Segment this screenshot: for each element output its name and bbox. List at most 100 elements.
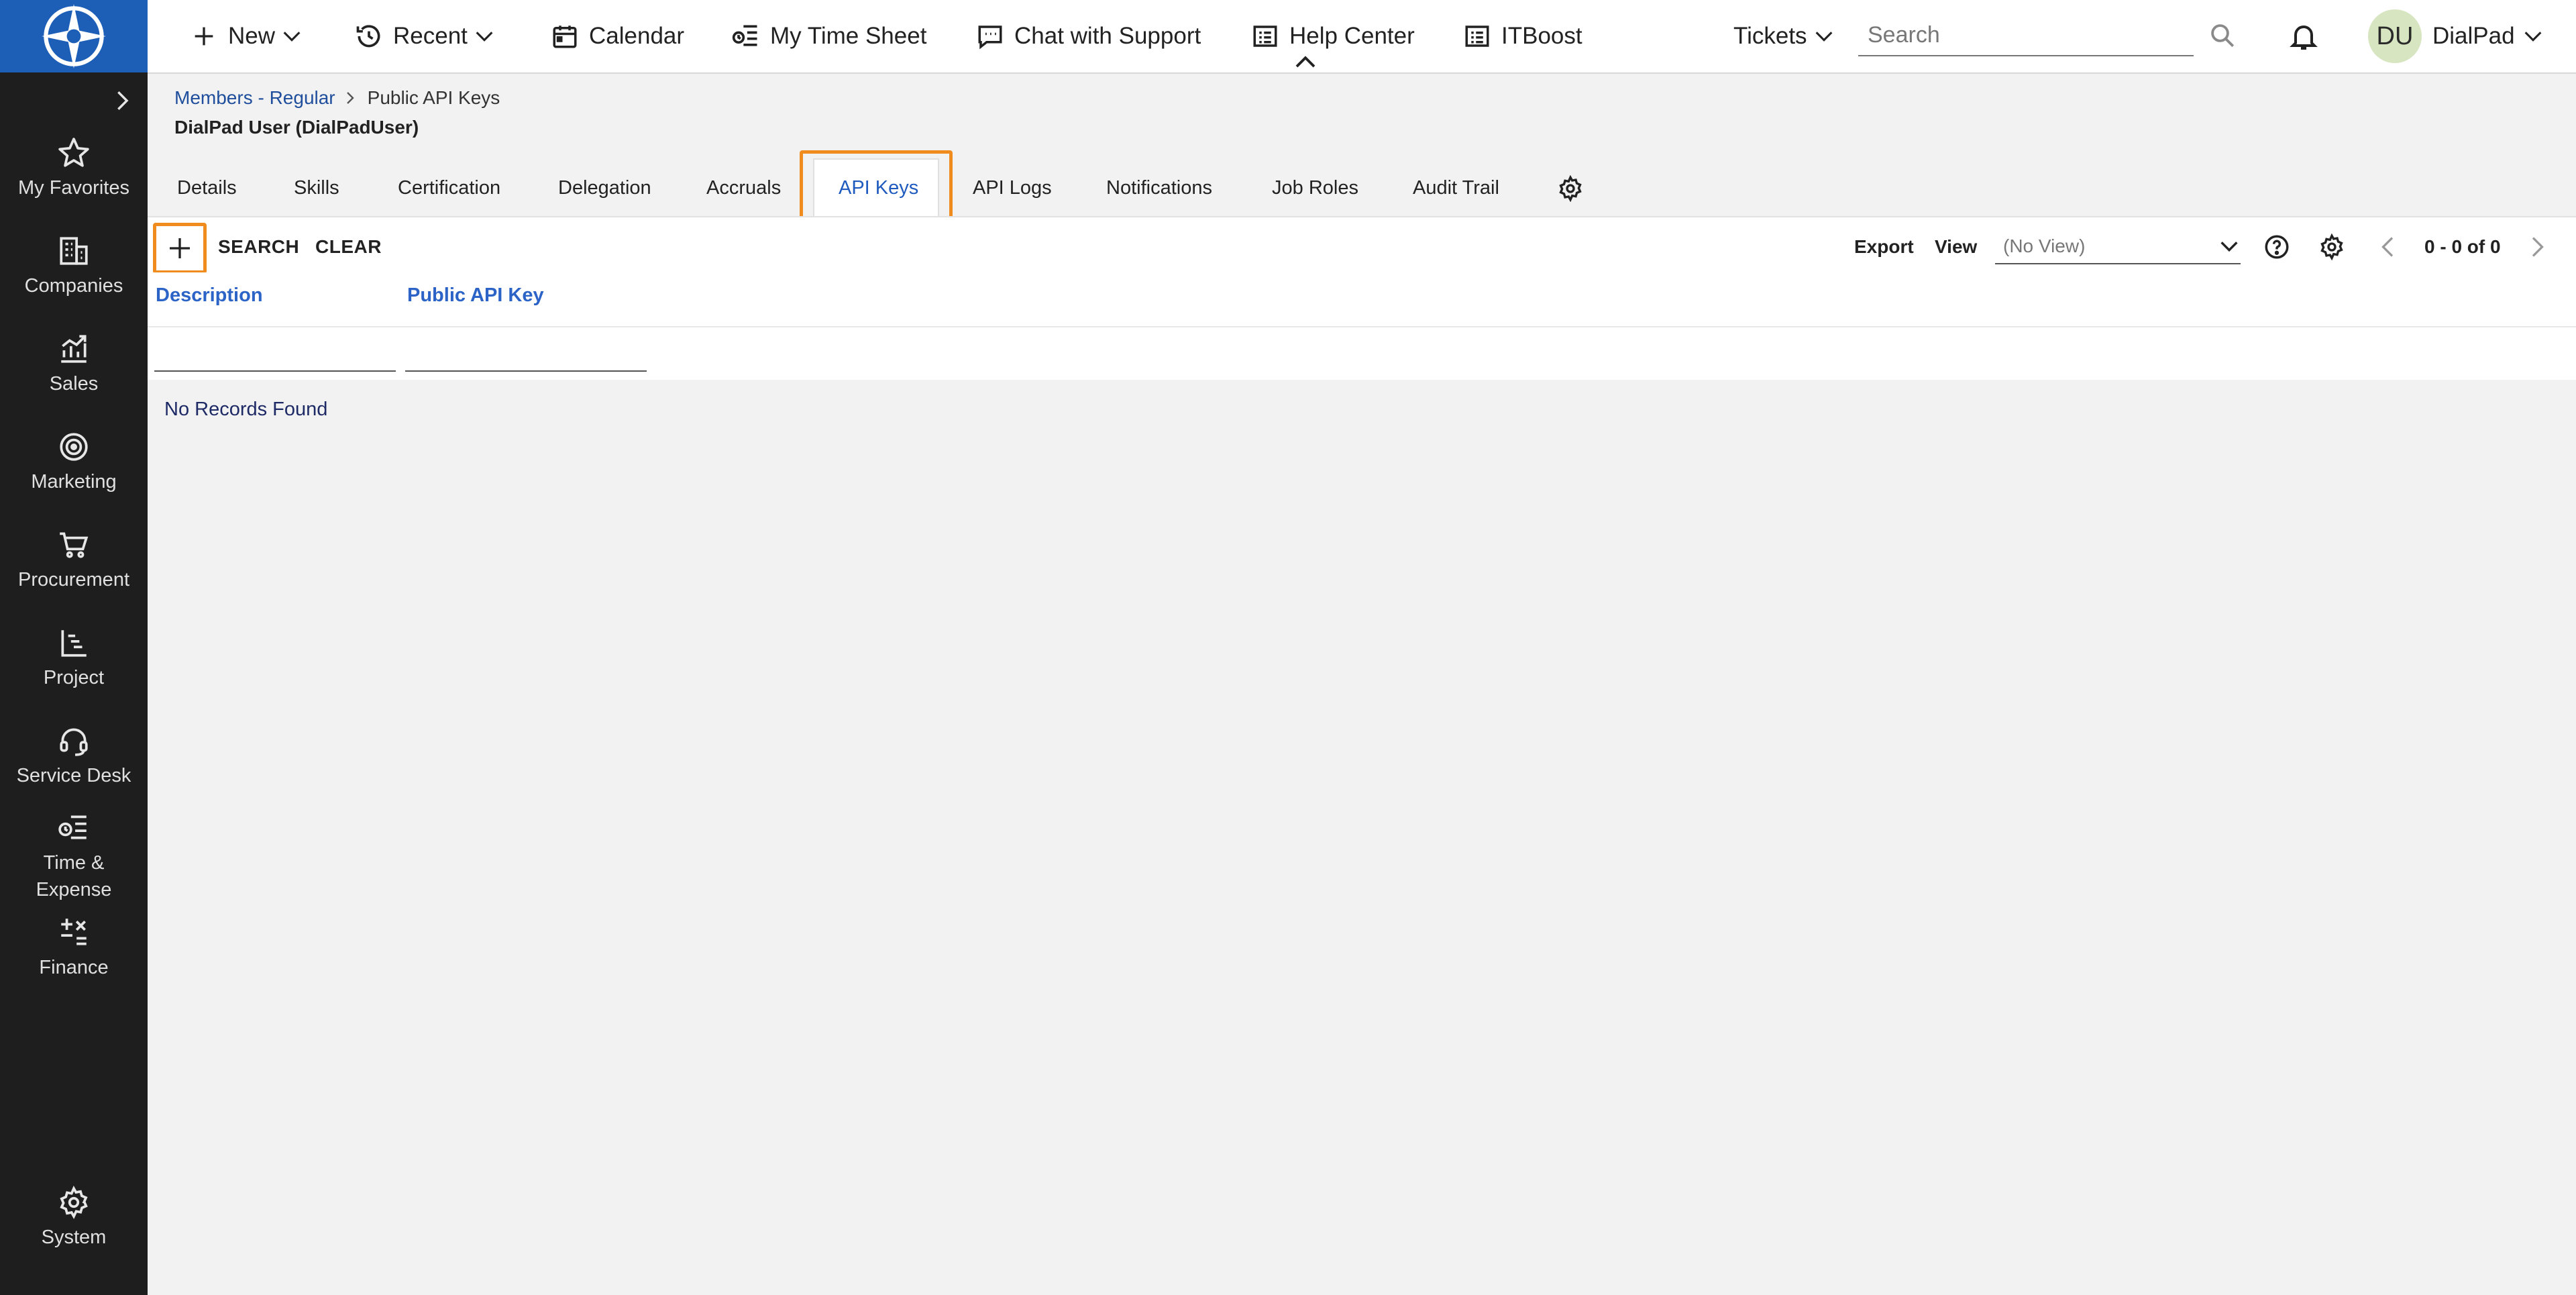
tab-settings-button[interactable] [1554,172,1587,205]
sidebar-item-label: Procurement [17,569,129,590]
tab-skills[interactable]: Skills [294,177,339,199]
tickets-menu-button[interactable]: Tickets [1733,17,1835,55]
itboost-link[interactable]: ITBoost [1461,17,1582,55]
tab-accruals[interactable]: Accruals [706,177,781,199]
previous-page-button[interactable] [2371,229,2406,264]
chevron-down-icon [1813,25,1835,48]
pager-text: 0 - 0 of 0 [2424,236,2501,257]
chevron-down-icon [2220,242,2238,252]
tab-notifications[interactable]: Notifications [1106,177,1212,199]
global-search-field [1858,17,2194,56]
chevron-down-icon [2522,25,2544,48]
gantt-icon [55,624,93,662]
tab-audit-trail[interactable]: Audit Trail [1413,177,1499,199]
chat-with-support-link[interactable]: Chat with Support [974,17,1201,55]
add-api-key-button[interactable] [153,223,207,274]
search-button[interactable]: SEARCH [218,236,299,258]
help-center-link[interactable]: Help Center [1249,17,1415,55]
help-center-label: Help Center [1289,23,1415,49]
calendar-label: Calendar [589,23,685,49]
app-logo[interactable] [0,0,148,72]
tab-bar [148,153,2576,215]
calculator-icon [55,914,93,951]
view-label: View [1935,236,1978,257]
breadcrumb-current: Public API Keys [367,87,500,108]
sidebar-item-label: Project [43,667,105,688]
sidebar-item-finance[interactable]: Finance [0,914,148,981]
sidebar-item-sales[interactable]: Sales [0,330,148,397]
sidebar-item-system[interactable]: System [0,1184,148,1251]
description-filter-input[interactable] [154,338,396,372]
sidebar-item-companies[interactable]: Companies [0,232,148,299]
my-time-sheet-label: My Time Sheet [770,23,927,49]
page-title: DialPad User (DialPadUser) [174,117,419,138]
tab-job-roles[interactable]: Job Roles [1272,177,1358,199]
gear-icon [2320,234,2343,260]
public-api-key-filter-input[interactable] [405,338,647,372]
plus-icon [188,20,220,52]
column-header-description[interactable]: Description [156,284,263,307]
chevron-left-icon [2381,237,2394,257]
left-sidebar: My Favorites Companies Sales Marketing P… [0,0,148,1295]
next-page-button[interactable] [2520,229,2555,264]
list-window-icon [1461,20,1493,52]
calendar-link[interactable]: Calendar [549,17,684,55]
sidebar-item-time-expense[interactable]: Time & Expense [0,809,148,903]
export-button[interactable]: Export [1854,236,1914,258]
sidebar-item-label: Companies [24,275,123,297]
search-input[interactable] [1858,17,2191,52]
recent-menu-label: Recent [393,23,468,49]
tab-details[interactable]: Details [177,177,237,199]
sidebar-item-procurement[interactable]: Procurement [0,526,148,593]
search-icon [2211,24,2235,48]
plus-icon [170,238,190,258]
recent-menu-button[interactable]: Recent [353,17,496,55]
sidebar-item-my-favorites[interactable]: My Favorites [0,134,148,201]
chat-bubble-icon [974,20,1006,52]
tab-api-logs[interactable]: API Logs [973,177,1052,199]
chat-with-support-label: Chat with Support [1014,23,1201,49]
search-button[interactable] [2206,19,2239,52]
question-circle-icon [2265,235,2289,259]
view-select[interactable]: (No View) [1995,229,2241,264]
tab-api-keys[interactable]: API Keys [839,177,918,199]
avatar[interactable]: DU [2368,9,2422,63]
view-select-value: (No View) [2003,236,2086,256]
list-window-icon [1249,20,1281,52]
chevron-right-icon [117,91,129,110]
sidebar-expand-button[interactable] [107,86,137,115]
gear-icon [1559,175,1582,202]
chevron-down-icon [280,25,303,48]
sidebar-item-project[interactable]: Project [0,624,148,691]
compass-logo-icon [42,4,106,68]
grid-settings-button[interactable] [2314,229,2349,264]
help-button[interactable] [2259,229,2294,264]
cart-icon [55,526,93,564]
column-header-public-api-key[interactable]: Public API Key [407,284,544,307]
chart-icon [55,330,93,368]
notifications-button[interactable] [2285,17,2322,55]
gear-icon [55,1184,93,1221]
new-menu-button[interactable]: New [188,17,303,55]
calendar-icon [549,20,581,52]
timesheet-icon [730,20,762,52]
sidebar-item-service-desk[interactable]: Service Desk [0,722,148,789]
sidebar-item-label: Marketing [31,471,117,493]
sidebar-item-label: Sales [49,373,99,395]
chevron-right-icon [2532,237,2544,257]
sidebar-item-marketing[interactable]: Marketing [0,428,148,495]
user-menu-button[interactable]: DialPad [2432,17,2544,55]
tab-delegation[interactable]: Delegation [558,177,651,199]
my-time-sheet-link[interactable]: My Time Sheet [730,17,926,55]
breadcrumb-parent-link[interactable]: Members - Regular [174,87,335,109]
tab-certification[interactable]: Certification [398,177,500,199]
star-icon [55,134,93,172]
avatar-initials: DU [2376,21,2414,50]
clear-button[interactable]: CLEAR [315,236,382,258]
target-icon [55,428,93,466]
sidebar-item-label: Finance [39,957,109,978]
empty-state-message: No Records Found [164,399,328,420]
chevron-down-icon [473,25,496,48]
new-menu-label: New [228,23,276,49]
chevron-up-icon [1295,56,1316,68]
